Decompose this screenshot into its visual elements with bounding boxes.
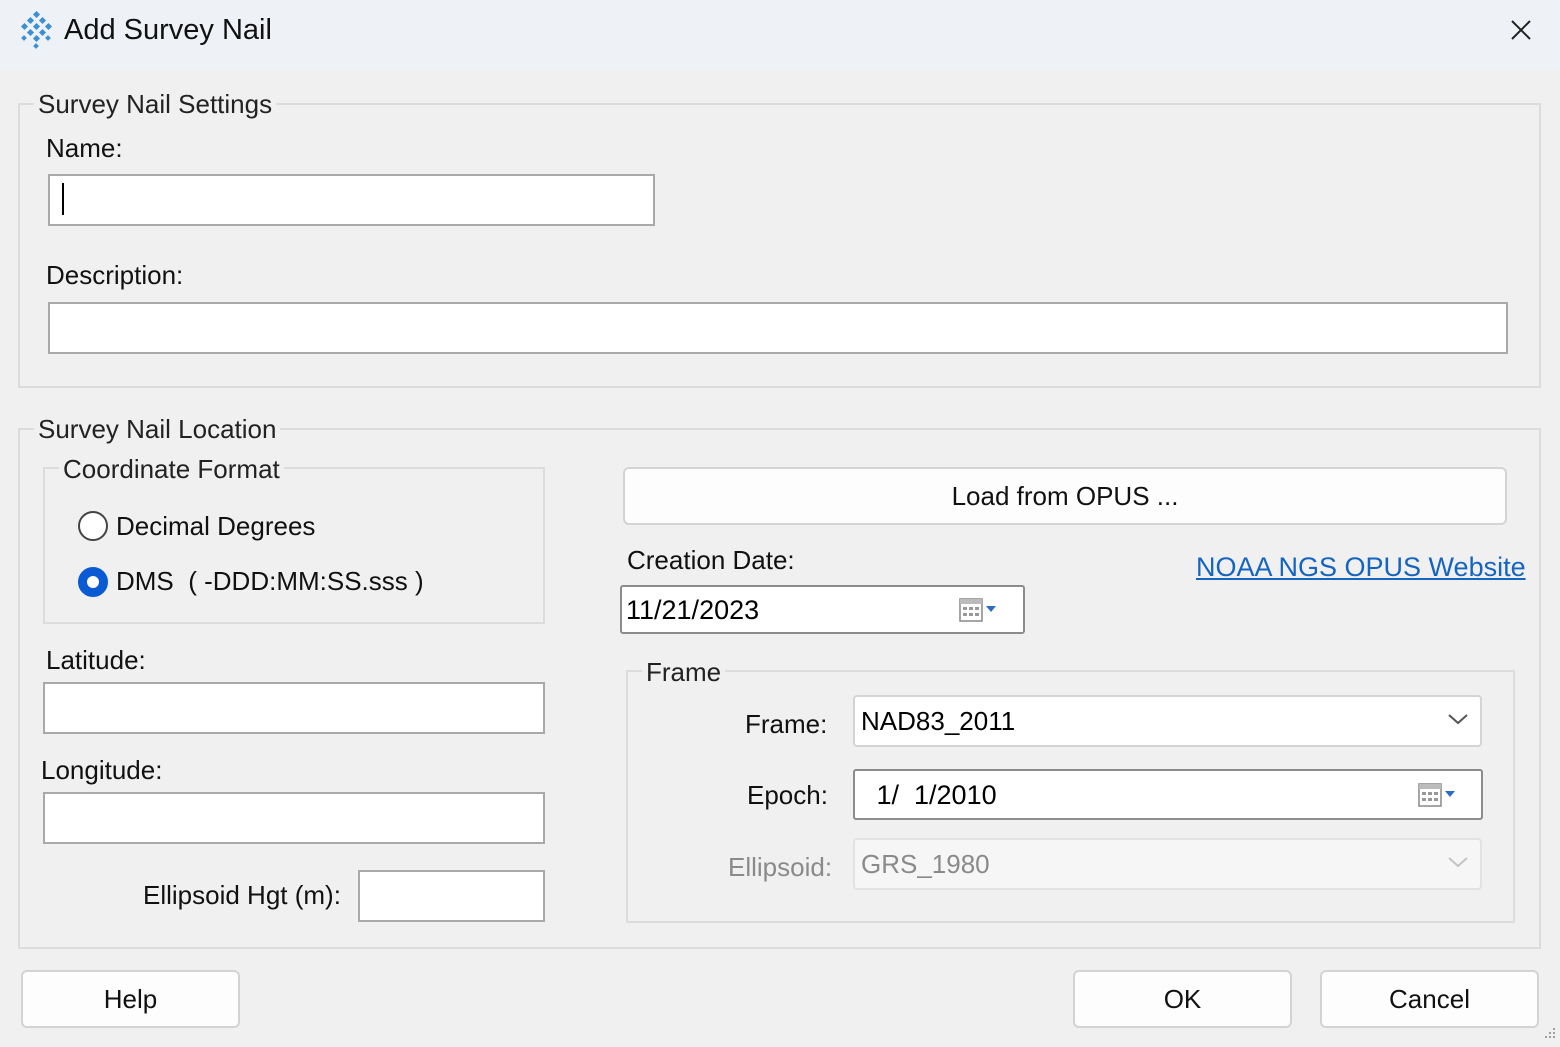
cancel-button[interactable]: Cancel xyxy=(1320,970,1539,1028)
longitude-label: Longitude: xyxy=(41,755,163,785)
coordinate-format-label: Coordinate Format xyxy=(59,454,284,485)
opus-website-link[interactable]: NOAA NGS OPUS Website xyxy=(1196,552,1526,583)
epoch-label: Epoch: xyxy=(747,780,828,810)
description-label: Description: xyxy=(46,260,184,290)
dms-radio[interactable] xyxy=(78,567,108,597)
frame-dropdown[interactable]: NAD83_2011 xyxy=(853,695,1482,747)
help-button[interactable]: Help xyxy=(21,970,240,1028)
ellipsoid-hgt-input[interactable] xyxy=(358,870,545,922)
description-input[interactable] xyxy=(48,302,1508,354)
decimal-degrees-label[interactable]: Decimal Degrees xyxy=(116,511,315,542)
epoch-date-picker[interactable]: 1/ 1/2010 xyxy=(853,769,1483,820)
creation-date-label: Creation Date: xyxy=(627,545,795,575)
title-bar: Add Survey Nail xyxy=(0,0,1560,70)
longitude-input[interactable] xyxy=(43,792,545,844)
resize-grip-icon[interactable] xyxy=(1540,1025,1558,1043)
creation-date-value: 11/21/2023 xyxy=(626,595,760,625)
chevron-down-icon xyxy=(1448,857,1468,868)
ellipsoid-dropdown: GRS_1980 xyxy=(853,838,1482,890)
creation-date-picker[interactable]: 11/21/2023 xyxy=(620,585,1025,634)
latitude-label: Latitude: xyxy=(46,645,146,675)
frame-value: NAD83_2011 xyxy=(861,706,1016,736)
coordinate-format-group xyxy=(43,467,545,624)
ellipsoid-hgt-label: Ellipsoid Hgt (m): xyxy=(143,880,341,910)
window-title: Add Survey Nail xyxy=(64,14,272,46)
ellipsoid-value: GRS_1980 xyxy=(861,849,990,879)
ellipsoid-label: Ellipsoid: xyxy=(728,852,833,882)
latitude-input[interactable] xyxy=(43,682,545,734)
dms-label[interactable]: DMS ( -DDD:MM:SS.sss ) xyxy=(116,566,424,597)
close-button[interactable] xyxy=(1496,8,1546,52)
survey-nail-icon xyxy=(20,10,53,49)
name-input[interactable] xyxy=(48,174,655,226)
epoch-value: 1/ 1/2010 xyxy=(869,780,997,810)
close-icon xyxy=(1511,20,1531,40)
settings-group-label: Survey Nail Settings xyxy=(34,89,277,120)
load-from-opus-button[interactable]: Load from OPUS ... xyxy=(623,467,1507,525)
frame-group-label: Frame xyxy=(642,657,726,688)
calendar-dropdown-icon[interactable] xyxy=(958,597,998,623)
ok-button[interactable]: OK xyxy=(1073,970,1292,1028)
frame-label: Frame: xyxy=(745,709,828,739)
decimal-degrees-radio[interactable] xyxy=(78,511,108,541)
location-group-label: Survey Nail Location xyxy=(34,414,281,445)
calendar-dropdown-icon[interactable] xyxy=(1417,782,1457,808)
chevron-down-icon xyxy=(1448,714,1468,725)
text-caret xyxy=(62,183,64,215)
name-label: Name: xyxy=(46,133,123,163)
